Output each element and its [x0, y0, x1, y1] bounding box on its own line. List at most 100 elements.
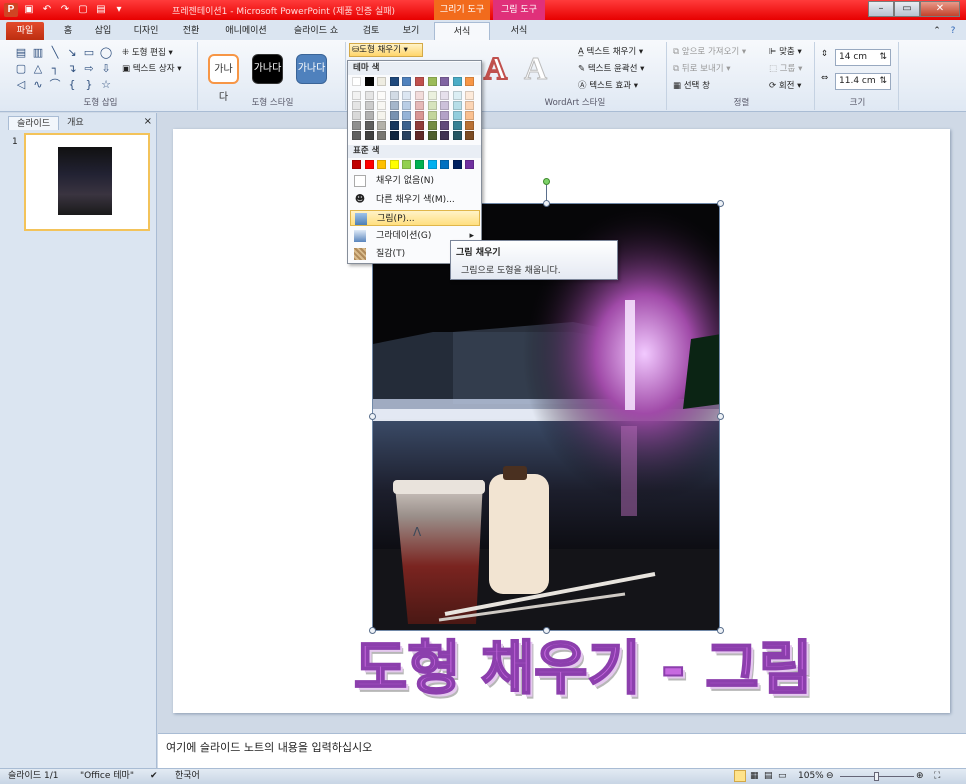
theme-shade-swatch[interactable] — [415, 101, 424, 110]
theme-shade-swatch[interactable] — [364, 121, 374, 130]
freeform-shape-icon[interactable]: ∿ — [31, 78, 45, 92]
save-icon[interactable]: ▣ — [22, 3, 36, 17]
theme-shade-swatch[interactable] — [465, 121, 475, 130]
theme-color-swatch[interactable] — [427, 77, 437, 86]
standard-color-swatch[interactable] — [415, 160, 424, 169]
slide-thumbnail[interactable] — [24, 133, 150, 231]
theme-shade-swatch[interactable] — [427, 101, 437, 110]
no-fill-item[interactable]: 채우기 없음(N) — [350, 173, 480, 189]
zoom-slider-thumb[interactable] — [874, 772, 879, 781]
elbow-arrow-shape-icon[interactable]: ↴ — [65, 62, 79, 76]
tab-view[interactable]: 보기 — [396, 22, 426, 40]
rounded-triangle-shape-icon[interactable]: ◁ — [14, 78, 28, 92]
vertical-textbox-shape-icon[interactable]: ▥ — [31, 46, 45, 60]
normal-view-icon[interactable] — [734, 770, 746, 782]
theme-shade-swatch[interactable] — [364, 101, 374, 110]
tab-insert[interactable]: 삽입 — [88, 22, 118, 40]
shape-style-blue[interactable]: 가나다 — [296, 54, 327, 84]
text-fill-button[interactable]: A̲ 텍스트 채우기 ▾ — [578, 45, 643, 57]
theme-color-swatch[interactable] — [440, 77, 450, 86]
theme-color-swatch[interactable] — [377, 77, 387, 86]
standard-color-swatch[interactable] — [465, 160, 475, 169]
fit-to-window-icon[interactable]: ⛶ — [934, 769, 940, 784]
theme-shade-swatch[interactable] — [352, 91, 361, 100]
theme-shade-swatch[interactable] — [440, 91, 450, 100]
theme-shade-swatch[interactable] — [415, 121, 424, 130]
width-spinner-icon[interactable]: ⇅ — [879, 74, 887, 89]
theme-shade-swatch[interactable] — [415, 131, 424, 140]
curve-shape-icon[interactable]: ⌒ — [48, 78, 62, 92]
theme-shade-swatch[interactable] — [452, 111, 462, 120]
theme-shade-swatch[interactable] — [465, 101, 475, 110]
pane-close-icon[interactable]: × — [144, 116, 152, 127]
theme-shade-swatch[interactable] — [402, 121, 412, 130]
theme-color-swatch[interactable] — [352, 77, 361, 86]
theme-shade-swatch[interactable] — [364, 111, 374, 120]
edit-shape-button[interactable]: ⁜ 도형 편집 ▾ — [122, 46, 173, 58]
slide-title-text[interactable]: 도형 채우기 - 그림 — [313, 633, 853, 703]
align-button[interactable]: ⊫ 맞춤 ▾ — [769, 45, 802, 57]
line-shape-icon[interactable]: ╲ — [48, 46, 62, 60]
tab-home[interactable]: 홈 — [55, 22, 81, 40]
notes-pane[interactable]: 여기에 슬라이드 노트의 내용을 입력하십시오 — [158, 733, 966, 768]
theme-shade-swatch[interactable] — [377, 91, 387, 100]
new-icon[interactable]: ▢ — [76, 3, 90, 17]
shape-style-orange[interactable]: 가나다 — [208, 54, 239, 103]
wordart-style-light[interactable]: A — [523, 50, 547, 87]
text-outline-button[interactable]: ✎ 텍스트 윤곽선 ▾ — [578, 62, 644, 74]
resize-handle-left[interactable] — [369, 413, 376, 420]
minimize-button[interactable]: – — [868, 1, 894, 17]
tab-file[interactable]: 파일 — [6, 22, 44, 40]
theme-color-swatch[interactable] — [415, 77, 424, 86]
resize-handle-top-right[interactable] — [717, 200, 724, 207]
picture-fill-item[interactable]: 그림(P)... — [350, 210, 480, 226]
tab-format-picture[interactable]: 서식 — [493, 22, 545, 40]
resize-handle-top[interactable] — [543, 200, 550, 207]
right-arrow-shape-icon[interactable]: ⇨ — [82, 62, 96, 76]
standard-color-swatch[interactable] — [389, 160, 399, 169]
slide-sorter-icon[interactable]: ▦ — [750, 769, 759, 784]
language[interactable]: 한국어 — [175, 769, 200, 784]
theme-shade-swatch[interactable] — [427, 91, 437, 100]
theme-shade-swatch[interactable] — [465, 111, 475, 120]
selection-pane-button[interactable]: ▦ 선택 창 — [673, 79, 710, 91]
theme-shade-swatch[interactable] — [415, 111, 424, 120]
standard-color-swatch[interactable] — [352, 160, 361, 169]
theme-shade-swatch[interactable] — [377, 131, 387, 140]
tab-format-drawing[interactable]: 서식 — [434, 22, 490, 40]
shape-fill-button[interactable]: ⛁도형 채우기 ▾ — [349, 43, 423, 57]
shape-width-input[interactable]: 11.4 cm ⇅ — [835, 73, 891, 90]
zoom-level[interactable]: 105% — [798, 769, 824, 784]
theme-shade-swatch[interactable] — [440, 131, 450, 140]
tab-slides[interactable]: 슬라이드 — [8, 116, 60, 130]
slide-canvas[interactable]: Λ 도형 채우기 - 그림 — [173, 129, 950, 713]
zoom-out-icon[interactable]: ⊖ — [826, 769, 834, 784]
theme-shade-swatch[interactable] — [427, 111, 437, 120]
theme-color-swatch[interactable] — [452, 77, 462, 86]
arrow-line-shape-icon[interactable]: ↘ — [65, 46, 79, 60]
shape-height-input[interactable]: 14 cm ⇅ — [835, 49, 891, 66]
tab-animations[interactable]: 애니메이션 — [218, 22, 274, 40]
theme-shade-swatch[interactable] — [377, 101, 387, 110]
theme-color-swatch[interactable] — [402, 77, 412, 86]
theme-shade-swatch[interactable] — [389, 121, 399, 130]
theme-shade-swatch[interactable] — [402, 111, 412, 120]
standard-color-swatch[interactable] — [427, 160, 437, 169]
theme-shade-swatch[interactable] — [352, 131, 361, 140]
theme-shade-swatch[interactable] — [452, 131, 462, 140]
down-arrow-shape-icon[interactable]: ⇩ — [99, 62, 113, 76]
theme-shade-swatch[interactable] — [389, 101, 399, 110]
shape-gallery[interactable]: ▤ ▥ ╲ ↘ ▭ ◯ ▢ △ ┐ ↴ ⇨ ⇩ ◁ ∿ ⌒ { } ☆ — [14, 46, 118, 94]
brace-right-shape-icon[interactable]: } — [82, 78, 96, 92]
help-question-icon[interactable]: ? — [946, 22, 960, 40]
standard-color-swatch[interactable] — [364, 160, 374, 169]
theme-shade-swatch[interactable] — [352, 121, 361, 130]
undo-icon[interactable]: ↶ — [40, 3, 54, 17]
standard-color-swatch[interactable] — [402, 160, 412, 169]
theme-shade-swatch[interactable] — [452, 121, 462, 130]
reading-view-icon[interactable]: ▤ — [764, 769, 773, 784]
theme-shade-swatch[interactable] — [352, 111, 361, 120]
tab-outline[interactable]: 개요 — [59, 116, 92, 130]
theme-shade-swatch[interactable] — [440, 101, 450, 110]
textbox-shape-icon[interactable]: ▤ — [14, 46, 28, 60]
